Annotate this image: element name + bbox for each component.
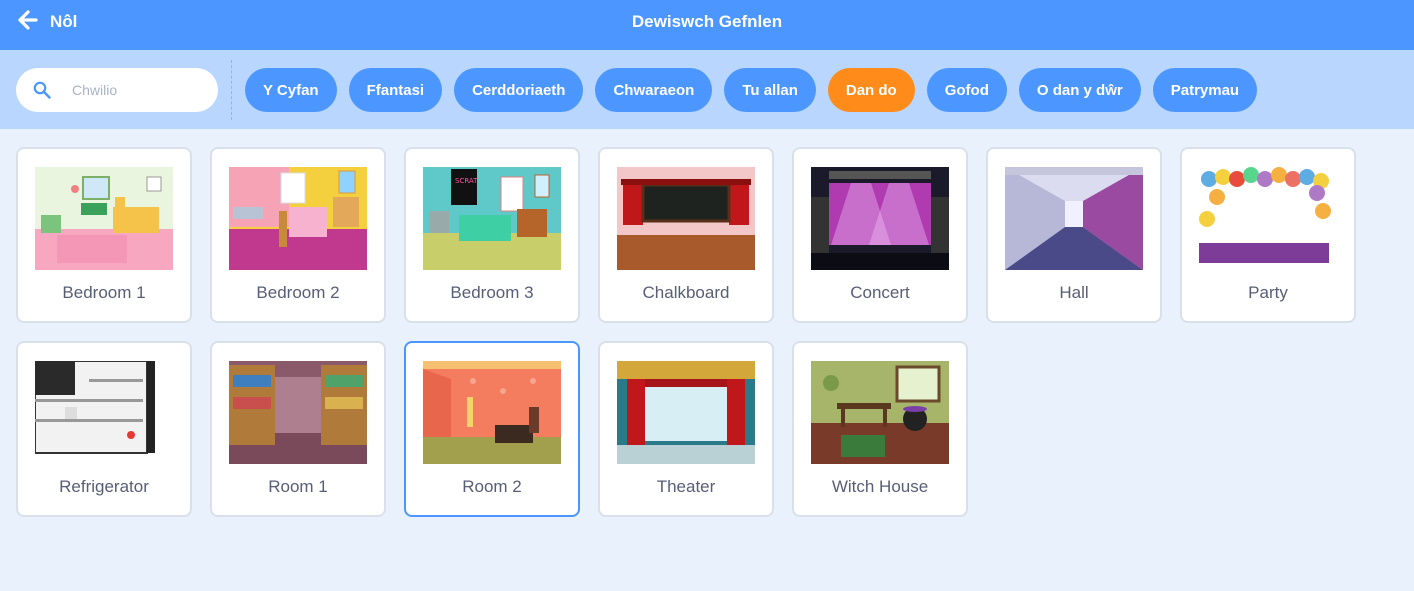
tag-y-cyfan[interactable]: Y Cyfan xyxy=(245,68,337,112)
backdrop-label: Bedroom 2 xyxy=(256,283,340,302)
backdrop-card-bedroom-2[interactable]: Bedroom 2 xyxy=(210,147,386,323)
backdrop-label: Chalkboard xyxy=(642,283,730,302)
filter-bar: Y CyfanFfantasiCerddoriaethChwaraeonTu a… xyxy=(0,50,1414,129)
backdrop-thumbnail-refrigerator xyxy=(35,361,173,464)
backdrop-label: Room 1 xyxy=(268,477,328,496)
search-box[interactable] xyxy=(16,68,218,112)
backdrop-label: Room 2 xyxy=(462,477,522,496)
backdrop-thumbnail-bedroom-2 xyxy=(229,167,367,270)
backdrop-thumbnail-bedroom-1 xyxy=(35,167,173,270)
tag-gofod[interactable]: Gofod xyxy=(926,68,1007,112)
search-input[interactable] xyxy=(72,79,207,101)
tag-o-dan-y-dŵr[interactable]: O dan y dŵr xyxy=(1018,68,1141,112)
backdrop-thumbnail-bedroom-3: SCRAT xyxy=(423,167,561,270)
tag-dan-do[interactable]: Dan do xyxy=(827,68,915,112)
backdrop-card-chalkboard[interactable]: Chalkboard xyxy=(598,147,774,323)
backdrop-label: Theater xyxy=(656,477,716,496)
backdrop-card-room-1[interactable]: Room 1 xyxy=(210,341,386,517)
page-title: Dewiswch Gefnlen xyxy=(631,12,783,31)
backdrop-label: Hall xyxy=(1059,283,1089,302)
tag-ffantasi[interactable]: Ffantasi xyxy=(348,68,443,112)
backdrop-card-party[interactable]: Party xyxy=(1180,147,1356,323)
backdrop-card-bedroom-1[interactable]: Bedroom 1 xyxy=(16,147,192,323)
backdrop-card-concert[interactable]: Concert xyxy=(792,147,968,323)
tag-patrymau[interactable]: Patrymau xyxy=(1152,68,1258,112)
backdrop-thumbnail-chalkboard xyxy=(617,167,755,270)
backdrop-label: Witch House xyxy=(831,477,929,496)
backdrop-card-theater[interactable]: Theater xyxy=(598,341,774,517)
backdrop-thumbnail-room-1 xyxy=(229,361,367,464)
backdrop-label: Party xyxy=(1248,283,1288,302)
backdrop-thumbnail-hall xyxy=(1005,167,1143,270)
backdrop-label: Bedroom 3 xyxy=(450,283,534,302)
svg-text:SCRAT: SCRAT xyxy=(455,177,478,185)
backdrop-card-bedroom-3[interactable]: SCRAT Bedroom 3 xyxy=(404,147,580,323)
tag-cerddoriaeth[interactable]: Cerddoriaeth xyxy=(454,68,584,112)
backdrop-thumbnail-party xyxy=(1199,167,1337,270)
backdrop-grid: Bedroom 1 Bedroom 2 SCRAT Bedroom 3 Chalkboa… xyxy=(16,147,1356,517)
tag-tu-allan[interactable]: Tu allan xyxy=(724,68,816,112)
backdrop-thumbnail-room-2 xyxy=(423,361,561,464)
backdrop-card-hall[interactable]: Hall xyxy=(986,147,1162,323)
tag-list: Y Cyfan Ffantasi Cerddoriaeth Chwaraeon Tu a… xyxy=(245,68,1258,112)
backdrop-label: Bedroom 1 xyxy=(62,283,146,302)
backdrop-card-refrigerator[interactable]: Refrigerator xyxy=(16,341,192,517)
backdrop-thumbnail-witch-house xyxy=(811,361,949,464)
backdrop-card-witch-house[interactable]: Witch House xyxy=(792,341,968,517)
divider xyxy=(231,60,232,120)
header-bar: Nôl Dewiswch Gefnlen xyxy=(0,0,1414,50)
backdrop-label: Concert xyxy=(850,283,910,302)
backdrop-thumbnail-theater xyxy=(617,361,755,464)
backdrop-thumbnail-concert xyxy=(811,167,949,270)
tag-chwaraeon[interactable]: Chwaraeon xyxy=(595,68,713,112)
backdrop-label: Refrigerator xyxy=(59,477,149,496)
backdrop-card-room-2[interactable]: Room 2 xyxy=(404,341,580,517)
